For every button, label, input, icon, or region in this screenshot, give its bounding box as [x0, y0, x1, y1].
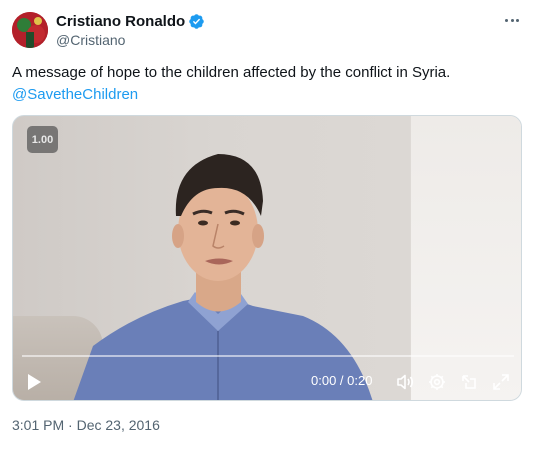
tweet-card: Cristiano Ronaldo @Cristiano A message o… — [0, 0, 536, 449]
tweet-timestamp[interactable]: 3:01 PM · Dec 23, 2016 — [12, 417, 160, 433]
more-options-icon[interactable] — [500, 10, 524, 30]
video-player[interactable]: 1.00 0:00 / 0:20 — [12, 115, 522, 401]
pip-icon[interactable] — [459, 372, 479, 392]
play-icon[interactable] — [26, 373, 42, 391]
avatar[interactable] — [12, 12, 48, 48]
settings-icon[interactable] — [427, 372, 447, 392]
avatar-image — [12, 12, 48, 48]
mention-link[interactable]: @SavetheChildren — [12, 84, 524, 106]
playback-speed-badge[interactable]: 1.00 — [27, 126, 58, 153]
author-info: Cristiano Ronaldo @Cristiano — [56, 11, 205, 49]
fullscreen-icon[interactable] — [491, 372, 511, 392]
display-name[interactable]: Cristiano Ronaldo — [56, 13, 185, 30]
video-progress-bar[interactable] — [22, 355, 514, 357]
tweet-text: A message of hope to the children affect… — [12, 62, 524, 106]
tweet-body: A message of hope to the children affect… — [12, 64, 451, 81]
verified-badge-icon[interactable] — [188, 13, 205, 30]
name-row: Cristiano Ronaldo — [56, 11, 205, 31]
video-time: 0:00 / 0:20 — [311, 373, 373, 388]
video-frame-person — [73, 154, 373, 400]
volume-icon[interactable] — [395, 372, 415, 392]
handle[interactable]: @Cristiano — [56, 31, 205, 49]
video-controls: 0:00 / 0:20 — [13, 366, 521, 396]
